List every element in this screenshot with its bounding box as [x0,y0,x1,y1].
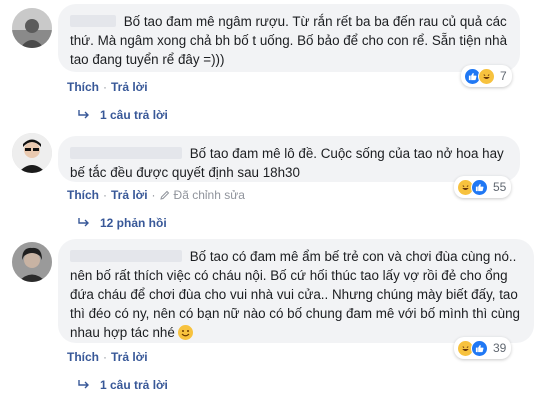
view-replies-link[interactable]: 12 phản hồi [78,216,167,230]
reply-arrow-icon [78,218,89,227]
comment-text: Bố tao có đam mê ẩm bế trẻ con và chơi đ… [70,249,520,340]
separator: · [151,188,156,202]
comment-bubble: Bố tao đam mê ngâm rượu. Từ rắn rết ba b… [58,4,520,72]
reply-link[interactable]: Trả lời [111,80,148,94]
reply-link[interactable]: Trả lời [111,350,148,364]
edited-indicator[interactable]: Đã chỉnh sửa [159,188,245,202]
replies-count: 12 phản hồi [100,216,167,230]
reaction-summary[interactable]: 7 [461,65,512,87]
like-icon [471,178,488,196]
haha-icon [478,67,495,85]
reply-arrow-icon [78,380,89,389]
view-replies-link[interactable]: 1 câu trả lời [78,378,168,392]
reaction-count: 7 [500,69,507,83]
like-link[interactable]: Thích [67,350,99,364]
like-link[interactable]: Thích [67,188,99,202]
reaction-count: 39 [493,341,507,355]
reaction-count: 55 [493,180,507,194]
comment-actions: Thích · Trả lời [67,80,148,94]
smiley-emoji-icon [177,325,193,340]
author-name[interactable] [70,147,182,159]
comment-text: Bố tao đam mê ngâm rượu. Từ rắn rết ba b… [70,14,508,67]
comment-bubble: Bố tao có đam mê ẩm bế trẻ con và chơi đ… [58,239,534,343]
comment-actions: Thích · Trả lời [67,350,148,364]
comment-actions: Thích · Trả lời · Đã chỉnh sửa [67,188,245,202]
like-link[interactable]: Thích [67,80,99,94]
replies-count: 1 câu trả lời [100,108,168,122]
separator: · [103,350,107,364]
separator: · [103,80,107,94]
pencil-icon [159,190,169,200]
reaction-summary[interactable]: 39 [454,337,512,359]
avatar[interactable] [12,242,52,282]
like-icon [471,339,488,357]
reply-arrow-icon [78,110,89,119]
avatar[interactable] [12,8,52,48]
author-name[interactable] [70,15,116,27]
edited-label: Đã chỉnh sửa [173,188,245,202]
view-replies-link[interactable]: 1 câu trả lời [78,108,168,122]
separator: · [103,188,107,202]
replies-count: 1 câu trả lời [100,378,168,392]
comment-bubble: Bố tao đam mê lô đề. Cuộc sống của tao n… [58,136,520,182]
user-photo-icon [12,8,52,48]
user-photo-icon [12,242,52,282]
reaction-summary[interactable]: 55 [454,176,512,198]
author-name[interactable] [70,250,182,262]
user-photo-icon [12,133,52,173]
avatar[interactable] [12,133,52,173]
reply-link[interactable]: Trả lời [111,188,148,202]
